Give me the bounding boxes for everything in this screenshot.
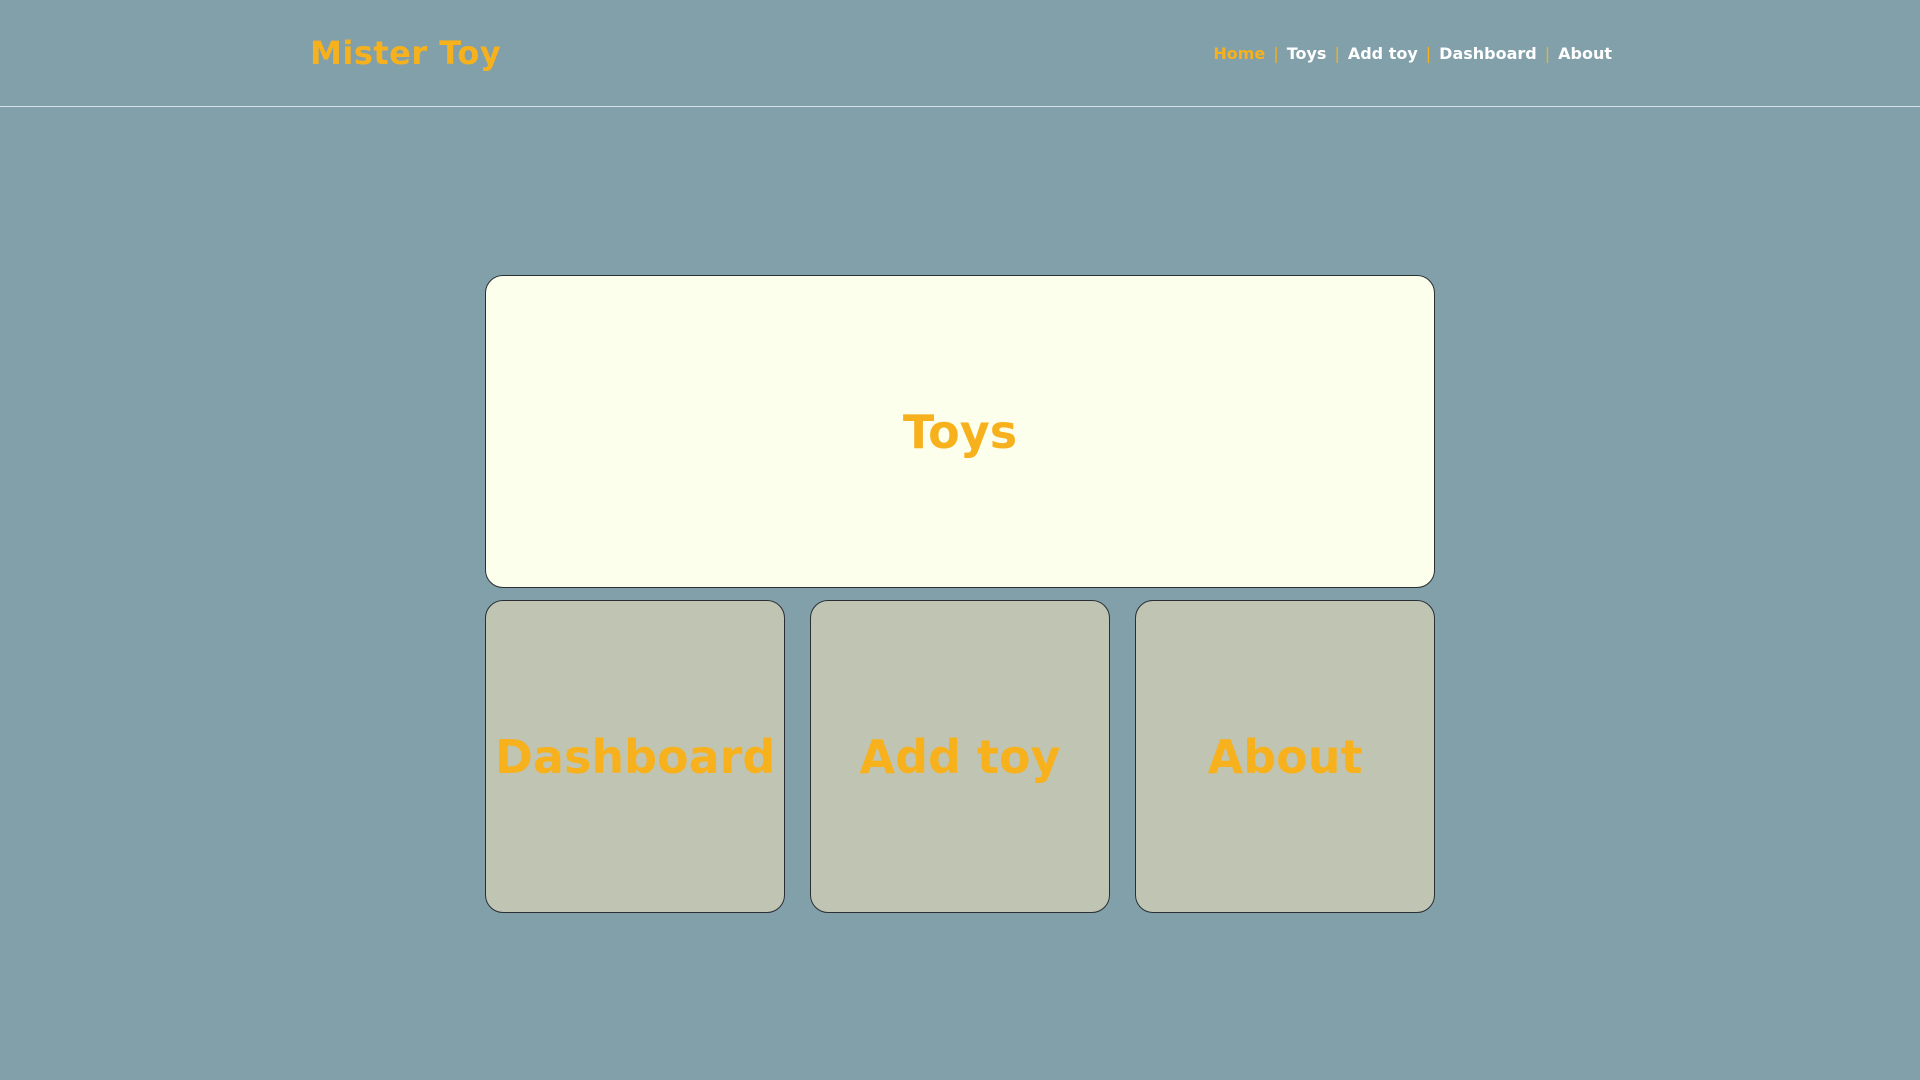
about-tile[interactable]: About (1135, 600, 1435, 913)
app-header: Mister Toy Home | Toys | Add toy | Dashb… (0, 0, 1920, 107)
nav-link-dashboard[interactable]: Dashboard (1439, 44, 1537, 63)
add-toy-tile-label: Add toy (859, 729, 1061, 784)
nav-link-toys[interactable]: Toys (1287, 44, 1327, 63)
nav-separator: | (1334, 44, 1340, 63)
about-tile-label: About (1207, 729, 1363, 784)
dashboard-tile[interactable]: Dashboard (485, 600, 785, 913)
nav-separator: | (1425, 44, 1432, 63)
dashboard-tile-label: Dashboard (494, 729, 776, 784)
nav-link-add-toy[interactable]: Add toy (1348, 44, 1418, 63)
nav-link-home[interactable]: Home (1213, 44, 1265, 63)
toys-tile-label: Toys (902, 404, 1018, 459)
add-toy-tile[interactable]: Add toy (810, 600, 1110, 913)
nav-separator: | (1273, 44, 1279, 63)
main-nav: Home | Toys | Add toy | Dashboard | Abou… (1213, 44, 1612, 63)
nav-link-about[interactable]: About (1558, 44, 1612, 63)
app-logo[interactable]: Mister Toy (310, 34, 501, 72)
toys-tile[interactable]: Toys (485, 275, 1435, 588)
nav-separator: | (1544, 44, 1551, 63)
